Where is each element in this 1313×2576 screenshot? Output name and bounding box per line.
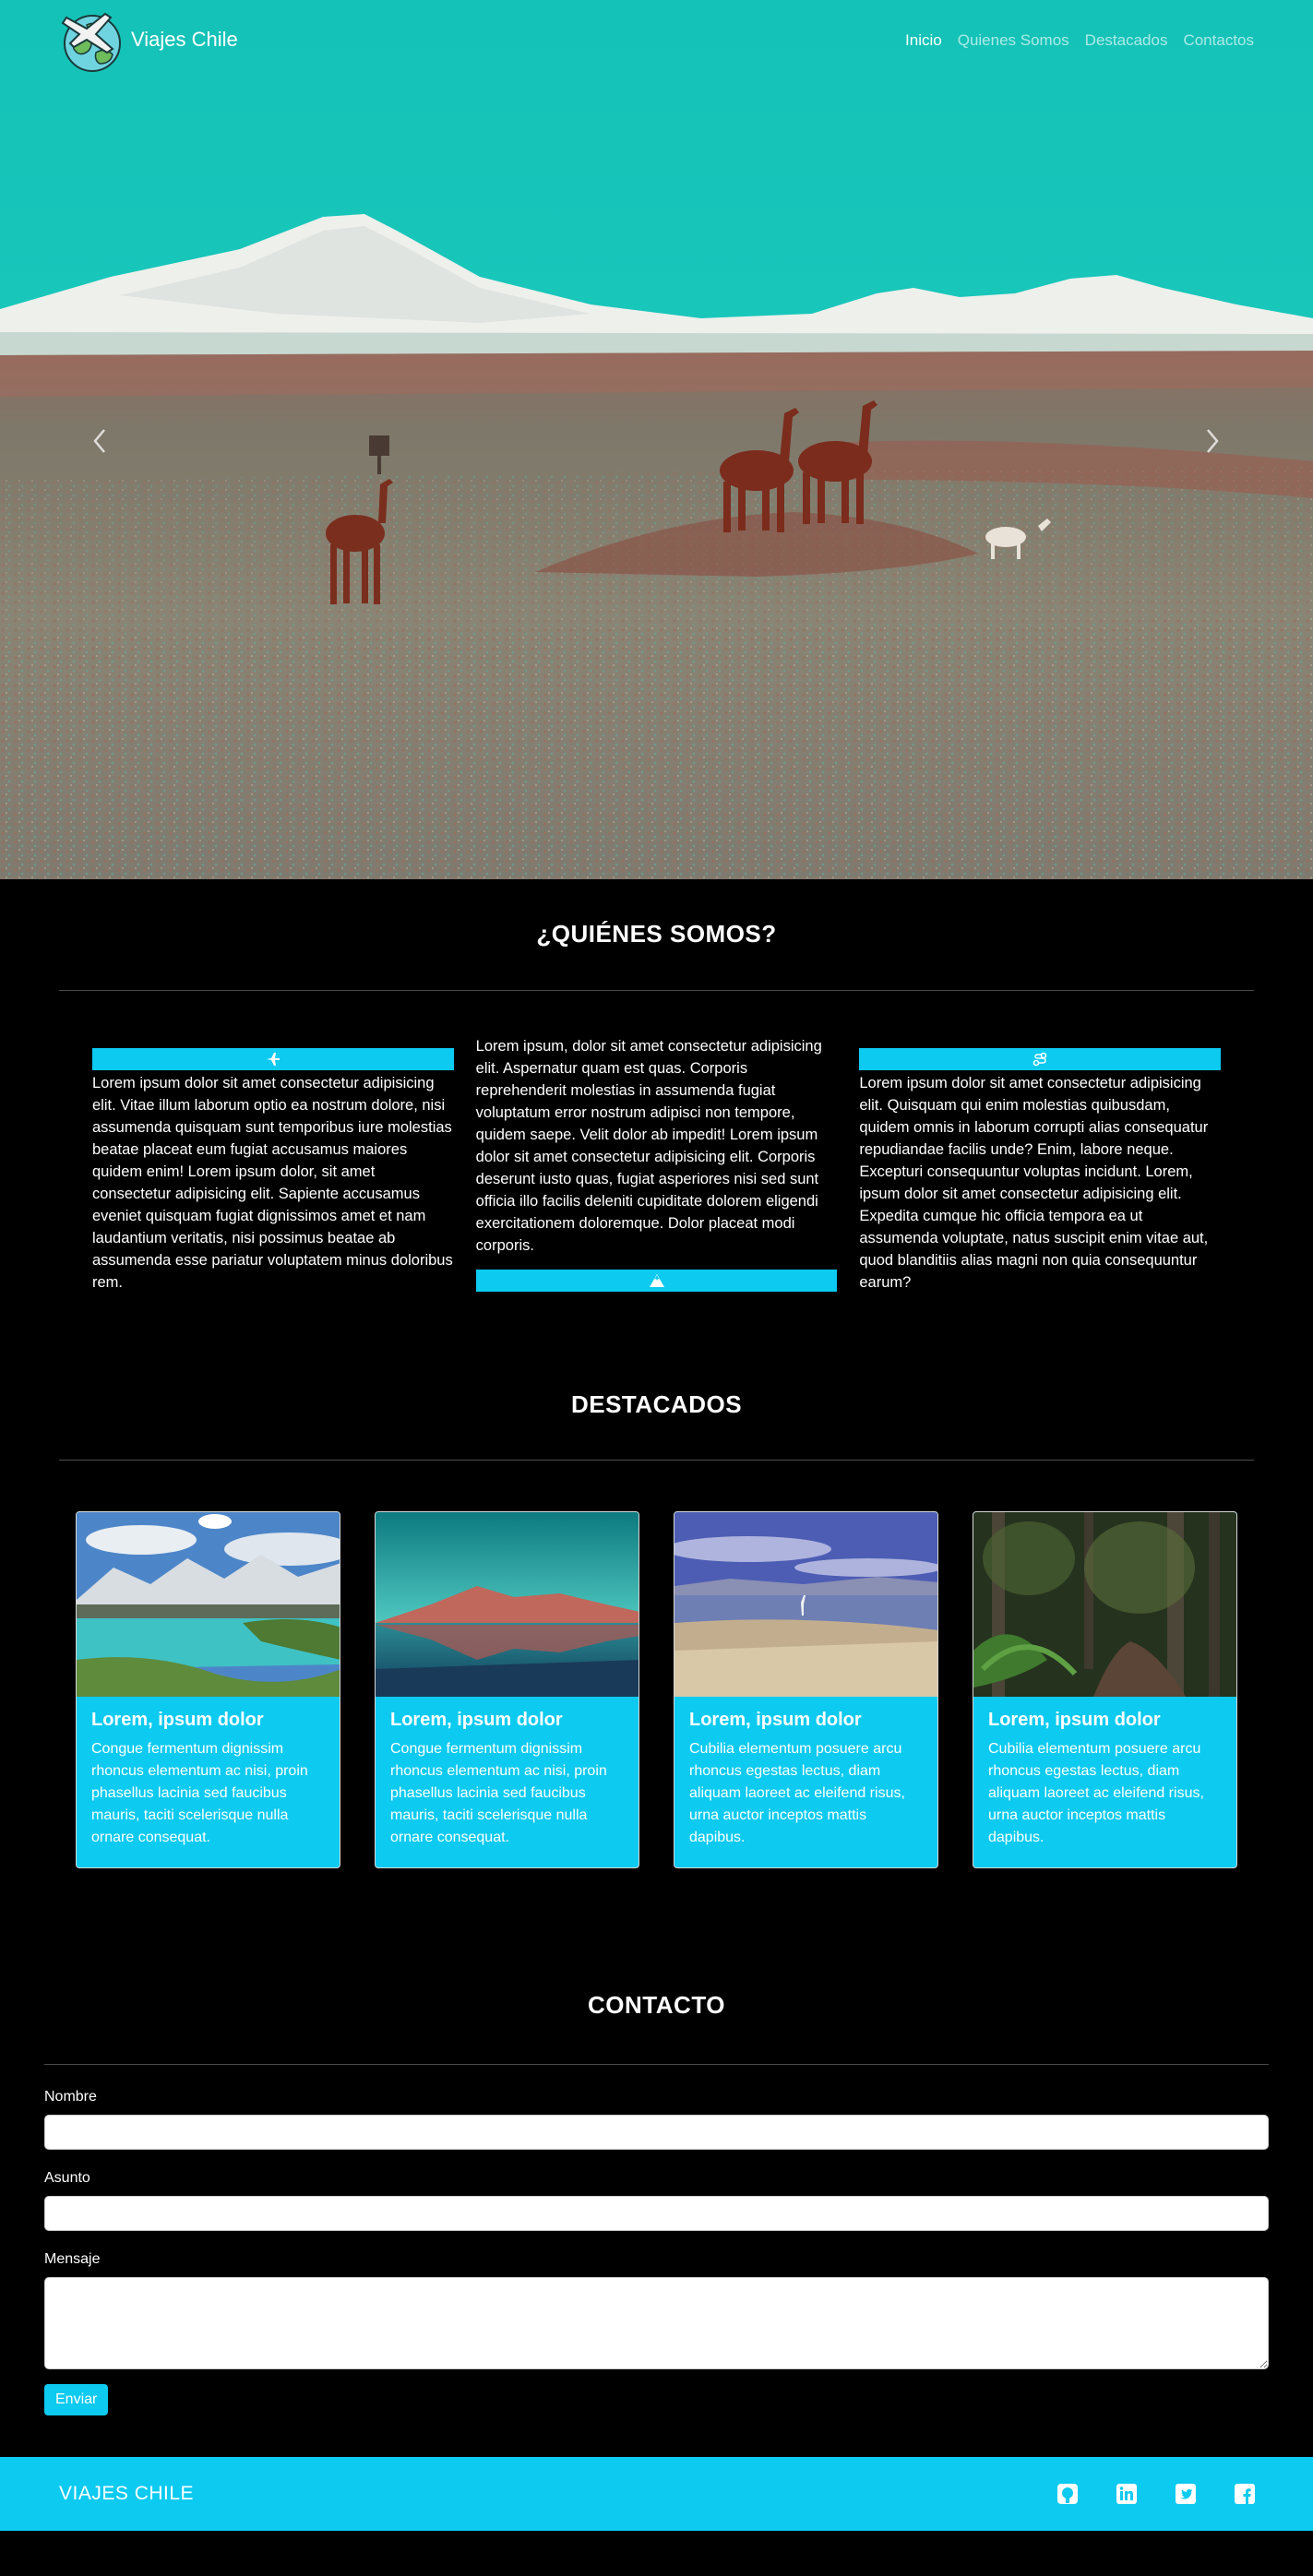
about-column-3: Lorem ipsum dolor sit amet consectetur a… bbox=[859, 1035, 1222, 1294]
about-icon-bar-2 bbox=[475, 1270, 838, 1292]
contact-form: Nombre Asunto Mensaje Enviar bbox=[0, 2065, 1313, 2415]
social-links bbox=[1056, 2483, 1256, 2505]
twitter-link[interactable] bbox=[1175, 2483, 1197, 2505]
message-label: Mensaje bbox=[44, 2251, 101, 2267]
subject-label: Asunto bbox=[44, 2170, 90, 2186]
footer-brand: VIAJES CHILE bbox=[59, 2483, 195, 2504]
brand-link[interactable]: Viajes Chile bbox=[59, 5, 238, 75]
mountain-icon bbox=[649, 1274, 664, 1287]
featured-divider bbox=[59, 1460, 1254, 1461]
nav-link-contactos[interactable]: Contactos bbox=[1183, 31, 1254, 50]
card-body-4: Lorem, ipsum dolor Cubilia elementum pos… bbox=[973, 1697, 1236, 1862]
nav-links: Inicio Quienes Somos Destacados Contacto… bbox=[905, 31, 1254, 50]
card-title-1: Lorem, ipsum dolor bbox=[91, 1710, 264, 1730]
nav-link-inicio[interactable]: Inicio bbox=[905, 31, 942, 50]
about-text-3: Lorem ipsum dolor sit amet consectetur a… bbox=[859, 1075, 1209, 1291]
linkedin-link[interactable] bbox=[1116, 2483, 1138, 2505]
card-body-3: Lorem, ipsum dolor Cubilia elementum pos… bbox=[674, 1697, 937, 1862]
featured-cards: Lorem, ipsum dolor Congue fermentum dign… bbox=[0, 1511, 1313, 1868]
nav-link-quienes-somos[interactable]: Quienes Somos bbox=[958, 31, 1069, 50]
card-text-2: Congue fermentum dignissim rhoncus eleme… bbox=[390, 1741, 607, 1845]
card-text-4: Cubilia elementum posuere arcu rhoncus e… bbox=[988, 1741, 1204, 1845]
featured-card-4[interactable]: Lorem, ipsum dolor Cubilia elementum pos… bbox=[973, 1511, 1237, 1868]
route-icon bbox=[1032, 1052, 1047, 1067]
facebook-icon bbox=[1235, 2484, 1255, 2504]
card-image-lagoon-flamingo bbox=[674, 1512, 937, 1697]
card-image-forest-trail bbox=[973, 1512, 1236, 1697]
contact-section: CONTACTO Nombre Asunto Mensaje Enviar bbox=[0, 1868, 1313, 2415]
subject-input[interactable] bbox=[44, 2196, 1269, 2231]
card-body-2: Lorem, ipsum dolor Congue fermentum dign… bbox=[376, 1697, 639, 1862]
about-columns: Lorem ipsum dolor sit amet consectetur a… bbox=[0, 1035, 1313, 1294]
about-icon-bar-3 bbox=[859, 1048, 1222, 1070]
card-text-3: Cubilia elementum posuere arcu rhoncus e… bbox=[689, 1741, 905, 1845]
card-text-1: Congue fermentum dignissim rhoncus eleme… bbox=[91, 1741, 308, 1845]
message-textarea[interactable] bbox=[44, 2277, 1269, 2369]
linkedin-icon bbox=[1116, 2484, 1137, 2504]
card-title-3: Lorem, ipsum dolor bbox=[689, 1710, 862, 1730]
contact-title: CONTACTO bbox=[588, 1991, 725, 2019]
about-text-1: Lorem ipsum dolor sit amet consectetur a… bbox=[92, 1075, 453, 1291]
name-input[interactable] bbox=[44, 2115, 1269, 2150]
about-column-2: Lorem ipsum, dolor sit amet consectetur … bbox=[475, 1035, 838, 1294]
twitter-icon bbox=[1176, 2484, 1196, 2504]
brand-name: Viajes Chile bbox=[131, 28, 238, 51]
github-icon bbox=[1057, 2484, 1078, 2504]
card-body-1: Lorem, ipsum dolor Congue fermentum dign… bbox=[77, 1697, 340, 1862]
featured-card-1[interactable]: Lorem, ipsum dolor Congue fermentum dign… bbox=[76, 1511, 340, 1868]
about-section: ¿QUIÉNES SOMOS? Lorem ipsum dolor sit am… bbox=[0, 879, 1313, 1294]
carousel-prev-button[interactable] bbox=[86, 423, 113, 459]
footer: VIAJES CHILE bbox=[0, 2457, 1313, 2531]
featured-card-3[interactable]: Lorem, ipsum dolor Cubilia elementum pos… bbox=[674, 1511, 938, 1868]
about-title: ¿QUIÉNES SOMOS? bbox=[536, 920, 777, 948]
card-title-4: Lorem, ipsum dolor bbox=[988, 1710, 1161, 1730]
travel-globe-logo-icon bbox=[61, 12, 121, 72]
hero-image-llamas-altiplano bbox=[0, 0, 1313, 879]
about-column-1: Lorem ipsum dolor sit amet consectetur a… bbox=[92, 1035, 454, 1294]
card-title-2: Lorem, ipsum dolor bbox=[390, 1710, 563, 1730]
github-link[interactable] bbox=[1056, 2483, 1079, 2505]
about-divider bbox=[59, 990, 1254, 991]
navbar: Viajes Chile Inicio Quienes Somos Destac… bbox=[0, 0, 1313, 79]
hero-carousel bbox=[0, 0, 1313, 879]
about-text-2: Lorem ipsum, dolor sit amet consectetur … bbox=[475, 1038, 822, 1254]
card-image-salar-reflection bbox=[376, 1512, 639, 1697]
facebook-link[interactable] bbox=[1234, 2483, 1256, 2505]
card-image-torres-del-paine bbox=[77, 1512, 340, 1697]
airplane-icon bbox=[266, 1053, 280, 1066]
carousel-next-button[interactable] bbox=[1199, 423, 1226, 459]
about-icon-bar-1 bbox=[92, 1048, 454, 1070]
featured-section: DESTACADOS Lorem, ipsum dolor Congue fer… bbox=[0, 1294, 1313, 1868]
submit-button[interactable]: Enviar bbox=[44, 2384, 109, 2415]
featured-title: DESTACADOS bbox=[570, 1390, 743, 1418]
name-label: Nombre bbox=[44, 2089, 97, 2105]
featured-card-2[interactable]: Lorem, ipsum dolor Congue fermentum dign… bbox=[375, 1511, 639, 1868]
nav-link-destacados[interactable]: Destacados bbox=[1085, 31, 1168, 50]
